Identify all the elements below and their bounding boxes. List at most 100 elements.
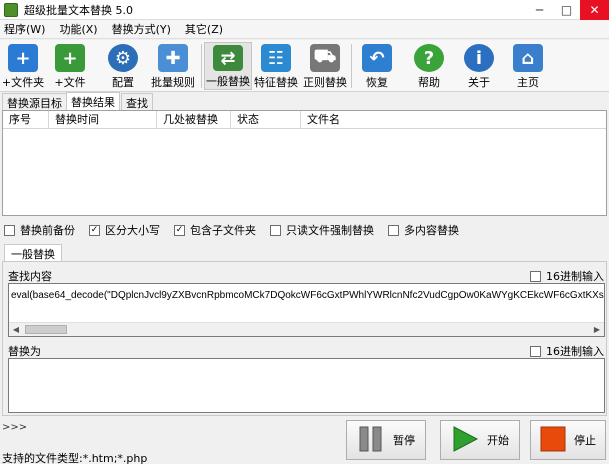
home-icon: ⌂ [513,44,543,72]
home-button[interactable]: ⌂ 主页 [505,42,551,90]
result-list[interactable]: 序号 替换时间 几处被替换 状态 文件名 [2,110,607,216]
about-label: 关于 [468,76,490,89]
replace-hex-checkbox[interactable] [530,345,541,357]
title-bar: 超级批量文本替换 5.0 ─ □ ✕ [0,0,609,20]
replace-hex-label: 16进制输入 [546,345,604,358]
app-icon [4,2,18,17]
replace-label: 替换为 [8,345,41,358]
general-replace-button[interactable]: ⇄ 一般替换 [204,42,252,90]
regex-replace-button[interactable]: ⛟ 正则替换 [301,42,349,90]
find-hex-label: 16进制输入 [546,270,604,283]
play-icon [451,425,479,456]
tab-general-replace[interactable]: 一般替换 [4,244,62,261]
file-types-text: 支持的文件类型:*.htm;*.php [2,452,148,464]
config-button[interactable]: ⚙ 配置 [100,42,146,90]
general-replace-label: 一般替换 [206,75,250,88]
cart-icon: ⛟ [310,44,340,72]
option-force-readonly[interactable]: 只读文件强制替换 [270,222,374,238]
restore-icon: ↶ [362,44,392,72]
help-button[interactable]: ? 帮助 [406,42,452,90]
start-label: 开始 [487,434,509,447]
stop-label: 停止 [574,434,596,447]
include-subfolders-checkbox[interactable]: ✓ [174,224,185,236]
replace-icon: ⇄ [213,45,243,71]
option-multi-content[interactable]: 多内容替换 [388,222,459,238]
option-case-sensitive[interactable]: ✓ 区分大小写 [89,222,160,238]
col-header-index[interactable]: 序号 [3,111,49,129]
include-subfolders-label: 包含子文件夹 [190,224,256,237]
find-text: eval(base64_decode("DQplcnJvcl9yZXBvcnRp… [11,290,605,301]
start-button[interactable]: 开始 [440,420,520,460]
replace-input[interactable] [8,358,605,413]
pause-button[interactable]: 暂停 [346,420,426,460]
toolbar-separator [201,44,202,88]
find-horizontal-scrollbar[interactable]: ◀ ▶ [9,322,604,336]
config-icon: ⚙ [108,44,138,72]
status-bar: >>> 支持的文件类型:*.htm;*.php 暂停 开始 停止 [0,418,609,464]
pause-label: 暂停 [393,434,415,447]
tab-replace-result[interactable]: 替换结果 [66,92,120,110]
config-label: 配置 [112,76,134,89]
add-file-label: +文件 [54,76,86,89]
menu-other[interactable]: 其它(Z) [185,21,223,37]
pause-icon [357,426,385,455]
col-header-status[interactable]: 状态 [231,111,301,129]
stop-button[interactable]: 停止 [530,420,606,460]
scroll-thumb[interactable] [25,325,67,334]
restore-button[interactable]: ↶ 恢复 [354,42,400,90]
regex-replace-label: 正则替换 [303,76,347,89]
toolbar-separator [351,44,352,88]
list-header: 序号 替换时间 几处被替换 状态 文件名 [3,111,606,129]
col-header-count[interactable]: 几处被替换 [157,111,231,129]
find-hex-option[interactable]: 16进制输入 [530,268,604,284]
tab-find[interactable]: 查找 [121,93,153,110]
force-readonly-label: 只读文件强制替换 [286,224,374,237]
batch-rules-label: 批量规则 [151,76,195,89]
find-label: 查找内容 [8,270,52,283]
multi-content-label: 多内容替换 [404,224,459,237]
folder-add-icon: + [8,44,38,72]
progress-text: >>> [2,422,28,433]
case-sensitive-checkbox[interactable]: ✓ [89,224,100,236]
add-folder-label: +文件夹 [1,76,45,89]
batch-rules-button[interactable]: ✚ 批量规则 [148,42,198,90]
tab-replace-source[interactable]: 替换源目标 [2,93,67,110]
help-label: 帮助 [418,76,440,89]
find-input[interactable]: eval(base64_decode("DQplcnJvcl9yZXBvcnRp… [8,283,605,337]
file-add-icon: + [55,44,85,72]
feature-replace-button[interactable]: ☷ 特征替换 [252,42,300,90]
option-include-subfolders[interactable]: ✓ 包含子文件夹 [174,222,256,238]
feature-replace-label: 特征替换 [254,76,298,89]
backup-label: 替换前备份 [20,224,75,237]
window-title: 超级批量文本替换 5.0 [24,3,133,17]
case-sensitive-label: 区分大小写 [105,224,160,237]
network-icon: ☷ [261,44,291,72]
add-folder-button[interactable]: + +文件夹 [0,42,46,90]
option-backup[interactable]: 替换前备份 [4,222,75,238]
col-header-filename[interactable]: 文件名 [301,111,606,129]
restore-label: 恢复 [366,76,388,89]
result-tabs: 替换源目标 替换结果 查找 [0,92,609,110]
stop-icon [540,426,566,455]
multi-content-checkbox[interactable] [388,224,399,236]
col-header-time[interactable]: 替换时间 [49,111,157,129]
add-file-button[interactable]: + +文件 [47,42,93,90]
puzzle-icon: ✚ [158,44,188,72]
close-button[interactable]: ✕ [580,0,609,20]
about-button[interactable]: i 关于 [456,42,502,90]
force-readonly-checkbox[interactable] [270,224,281,236]
menu-function[interactable]: 功能(X) [59,21,97,37]
home-label: 主页 [517,76,539,89]
scroll-left-icon[interactable]: ◀ [9,323,23,336]
toolbar: + +文件夹 + +文件 ⚙ 配置 ✚ 批量规则 ⇄ 一般替换 ☷ 特征替换 ⛟… [0,40,609,92]
options-row: 替换前备份 ✓ 区分大小写 ✓ 包含子文件夹 只读文件强制替换 多内容替换 [0,220,609,240]
backup-checkbox[interactable] [4,224,15,236]
about-icon: i [464,44,494,72]
scroll-right-icon[interactable]: ▶ [590,323,604,336]
maximize-button[interactable]: □ [553,0,580,20]
menu-program[interactable]: 程序(W) [4,21,45,37]
find-hex-checkbox[interactable] [530,270,541,282]
replace-hex-option[interactable]: 16进制输入 [530,343,604,359]
minimize-button[interactable]: ─ [526,0,553,20]
menu-replace-mode[interactable]: 替换方式(Y) [112,21,171,37]
